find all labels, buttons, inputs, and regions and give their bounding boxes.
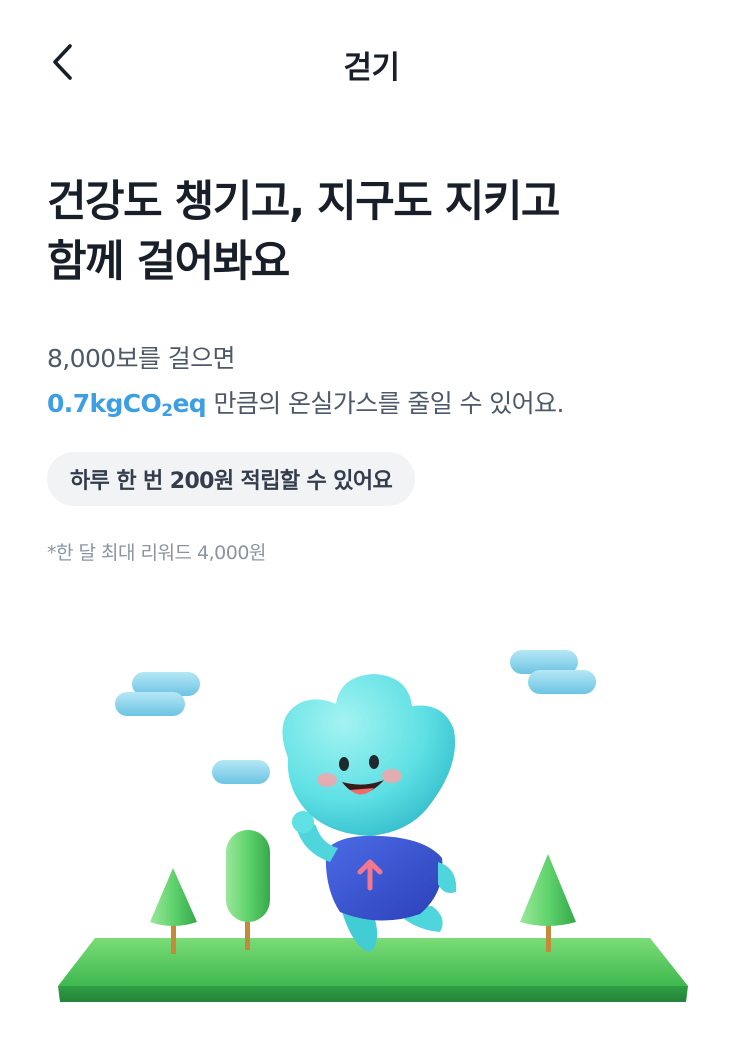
cloud-middle [212,760,270,784]
headline: 건강도 챙기고, 지구도 지키고 함께 걸어봐요 [47,172,707,292]
tree-right [520,854,576,952]
emission-amount-prefix: 0.7kgCO [47,389,162,418]
walking-character-illustration [58,650,688,1002]
tree-center [226,830,270,950]
cloud-mascot [282,674,457,952]
emission-amount-suffix: eq [172,389,207,418]
description-line-2-rest: 만큼의 온실가스를 줄일 수 있어요. [206,389,564,418]
reward-footnote: *한 달 최대 리워드 4,000원 [47,542,266,564]
headline-line-1: 건강도 챙기고, 지구도 지키고 [47,177,560,227]
description-line-2: 0.7kgCO2eq 만큼의 온실가스를 줄일 수 있어요. [47,381,707,434]
description: 8,000보를 걸으면 0.7kgCO2eq 만큼의 온실가스를 줄일 수 있어… [47,336,707,434]
cloud-left [115,672,200,716]
description-line-1: 8,000보를 걸으면 [47,344,236,373]
emission-amount: 0.7kgCO2eq [47,389,207,421]
emission-amount-subscript: 2 [161,401,173,421]
headline-line-2: 함께 걸어봐요 [47,237,290,287]
cloud-right [510,650,596,694]
page-title: 걷기 [343,50,400,86]
reward-badge: 하루 한 번 200원 적립할 수 있어요 [47,452,416,506]
top-bar: 걷기 [0,0,743,124]
